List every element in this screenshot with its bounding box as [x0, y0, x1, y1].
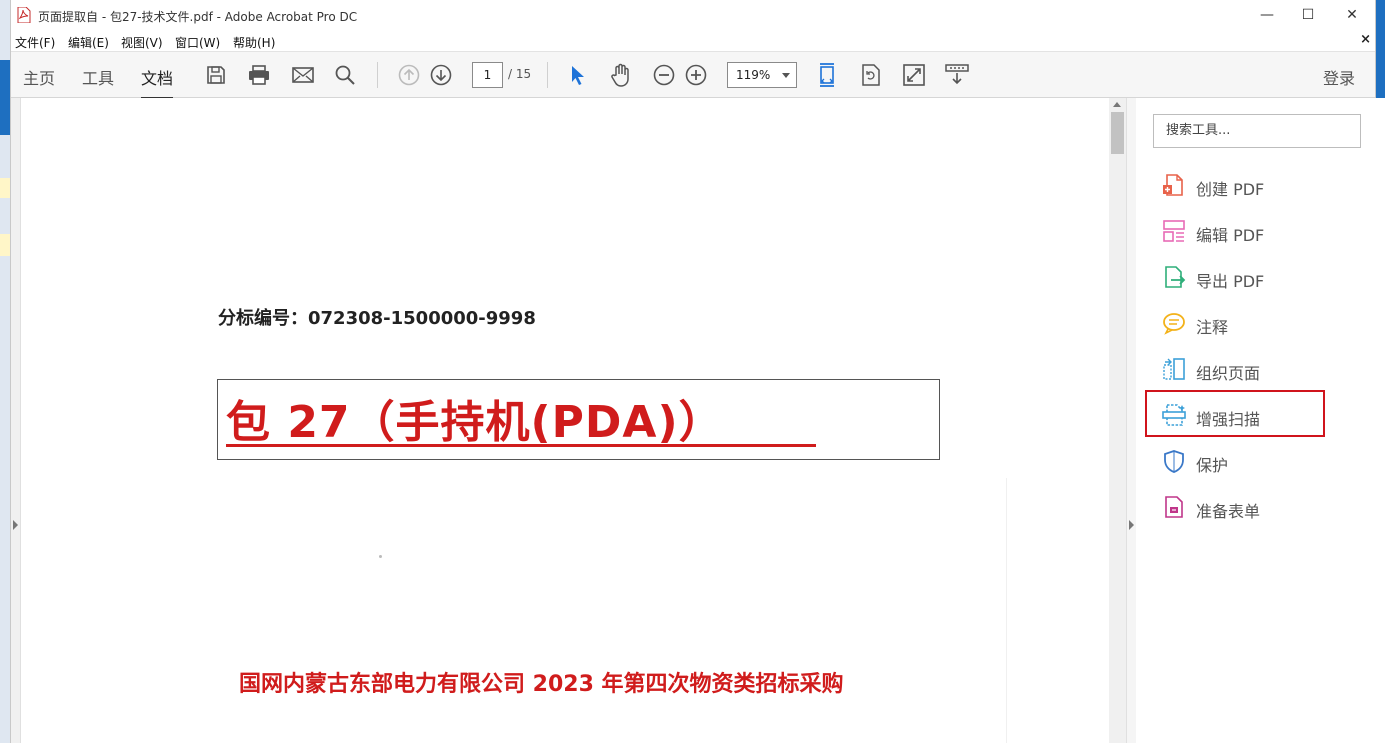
tools-dropdown-icon[interactable]	[945, 63, 969, 87]
right-panel-toggle[interactable]	[1126, 98, 1136, 743]
scan-edge	[1006, 478, 1007, 743]
menu-file[interactable]: 文件(F)	[15, 34, 55, 51]
vertical-scrollbar[interactable]	[1109, 98, 1126, 743]
shield-icon	[1164, 450, 1184, 473]
scroll-up-icon[interactable]	[1113, 102, 1121, 107]
zoom-level-select[interactable]: 119%	[727, 62, 797, 88]
comment-icon	[1163, 313, 1185, 335]
chevron-down-icon	[782, 73, 790, 78]
menu-window[interactable]: 窗口(W)	[175, 34, 220, 51]
select-cursor-icon[interactable]	[566, 63, 590, 87]
tab-tools[interactable]: 工具	[82, 65, 114, 89]
tool-create-pdf[interactable]: 创建 PDF	[1162, 170, 1362, 200]
search-icon[interactable]	[333, 63, 357, 87]
left-panel-toggle[interactable]	[11, 98, 21, 743]
highlight-box	[1145, 390, 1325, 437]
main-toolbar: 主页 工具 文档 1 / 15 119% 登录	[11, 52, 1375, 100]
export-pdf-icon	[1165, 266, 1186, 288]
tool-organize-pages[interactable]: 组织页面	[1162, 354, 1362, 384]
tool-label: 导出 PDF	[1196, 272, 1265, 291]
menu-edit[interactable]: 编辑(E)	[68, 34, 109, 51]
close-window-button[interactable]: ✕	[1329, 0, 1375, 30]
organize-pages-icon	[1163, 358, 1185, 380]
next-page-icon[interactable]	[429, 63, 453, 87]
full-screen-icon[interactable]	[902, 63, 926, 87]
zoom-out-icon[interactable]	[652, 63, 676, 87]
search-tools-input[interactable]: 搜索工具...	[1153, 114, 1361, 148]
zoom-in-icon[interactable]	[684, 63, 708, 87]
minimize-button[interactable]: —	[1244, 0, 1290, 30]
chevron-right-icon	[13, 520, 18, 530]
tool-label: 编辑 PDF	[1196, 226, 1265, 245]
login-link[interactable]: 登录	[1323, 65, 1355, 89]
email-icon[interactable]	[291, 63, 315, 87]
tool-edit-pdf[interactable]: 编辑 PDF	[1162, 216, 1362, 246]
tool-protect[interactable]: 保护	[1162, 446, 1362, 476]
tool-comment[interactable]: 注释	[1162, 308, 1362, 338]
tool-label: 注释	[1196, 318, 1229, 337]
tool-label: 保护	[1196, 456, 1229, 475]
company-line-text: 国网内蒙古东部电力有限公司 2023 年第四次物资类招标采购	[239, 672, 844, 697]
toolbar-separator	[377, 62, 378, 88]
previous-page-icon[interactable]	[397, 63, 421, 87]
menu-help[interactable]: 帮助(H)	[233, 34, 275, 51]
page-number-input[interactable]: 1	[472, 62, 503, 88]
tool-export-pdf[interactable]: 导出 PDF	[1162, 262, 1362, 292]
rotate-view-icon[interactable]	[859, 63, 883, 87]
window-title: 页面提取自 - 包27-技术文件.pdf - Adobe Acrobat Pro…	[38, 10, 358, 24]
chevron-right-icon	[1129, 520, 1134, 530]
zoom-level-value: 119%	[736, 68, 771, 82]
fit-page-icon[interactable]	[815, 63, 839, 87]
menu-view[interactable]: 视图(V)	[121, 34, 163, 51]
menu-bar: 文件(F) 编辑(E) 视图(V) 窗口(W) 帮助(H) ×	[11, 30, 1375, 52]
create-pdf-icon	[1163, 174, 1183, 196]
prepare-form-icon	[1165, 496, 1183, 518]
tool-label: 组织页面	[1196, 364, 1261, 383]
package-title-text: 包 27（手持机(PDA)）	[226, 397, 724, 448]
title-underline	[226, 444, 816, 447]
tab-home[interactable]: 主页	[23, 65, 55, 89]
tab-document[interactable]: 文档	[141, 65, 174, 100]
pdf-page[interactable]: 分标编号：072308-1500000-9998 包 27（手持机(PDA)） …	[21, 98, 1109, 743]
scrollbar-thumb[interactable]	[1111, 112, 1124, 154]
save-icon[interactable]	[204, 63, 228, 87]
document-view: 分标编号：072308-1500000-9998 包 27（手持机(PDA)） …	[11, 98, 1136, 743]
page-total: / 15	[508, 67, 532, 81]
acrobat-pdf-icon	[17, 7, 31, 23]
bid-number-text: 分标编号：072308-1500000-9998	[218, 308, 536, 329]
toolbar-separator	[547, 62, 548, 88]
tools-pane: 搜索工具... 创建 PDF 编辑 PDF 导出 PDF 注释 组织页面 增强扫…	[1136, 98, 1377, 743]
scan-speck	[379, 555, 382, 558]
tool-prepare-form[interactable]: 准备表单	[1162, 492, 1362, 522]
close-document-button[interactable]: ×	[1360, 32, 1371, 47]
hand-tool-icon[interactable]	[609, 63, 633, 87]
maximize-button[interactable]: ☐	[1285, 0, 1331, 30]
print-icon[interactable]	[247, 63, 271, 87]
title-bar: 页面提取自 - 包27-技术文件.pdf - Adobe Acrobat Pro…	[11, 0, 1375, 30]
desktop-background-right	[1376, 0, 1385, 743]
tool-label: 准备表单	[1196, 502, 1261, 521]
desktop-background-left	[0, 0, 10, 743]
acrobat-window: 页面提取自 - 包27-技术文件.pdf - Adobe Acrobat Pro…	[10, 0, 1377, 743]
tool-label: 创建 PDF	[1196, 180, 1265, 199]
edit-pdf-icon	[1163, 220, 1185, 242]
